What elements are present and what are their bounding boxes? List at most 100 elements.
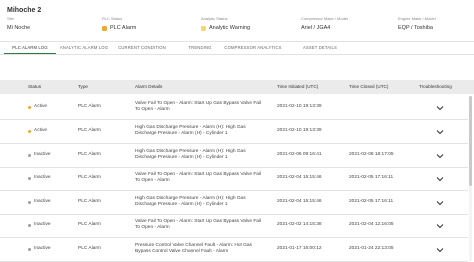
details-cell: High Gas Discharge Pressure - Alarm (H):… — [135, 125, 246, 136]
tab-plc-alarm-log[interactable]: PLC ALARM LOG — [4, 42, 56, 54]
column-header-status: Status — [28, 84, 42, 89]
tab-analytic-alarm-log[interactable]: ANALYTIC ALARM LOG — [57, 42, 111, 54]
info-value-text: Mi Noche — [7, 25, 31, 31]
chevron-down-icon[interactable] — [436, 153, 444, 159]
chevron-down-icon[interactable] — [436, 105, 444, 111]
table-row[interactable]: Inactive PLC Alarm Pressure Control Valv… — [0, 238, 468, 262]
chevron-down-icon[interactable] — [436, 129, 444, 135]
info-value-text: Analytic Warning — [209, 25, 251, 31]
initiated-cell: 2021-01-17 16:00:12 — [277, 246, 322, 251]
initiated-cell: 2021-02-06 09:16:41 — [277, 152, 322, 157]
chevron-down-icon[interactable] — [436, 176, 444, 182]
status-cell: Inactive — [28, 175, 51, 181]
chevron-down-icon[interactable] — [436, 223, 444, 229]
table-row[interactable]: Inactive PLC Alarm High Gas Discharge Pr… — [0, 144, 468, 168]
chevron-down-icon[interactable] — [436, 200, 444, 206]
type-cell: PLC Alarm — [78, 199, 101, 204]
status-cell: Active — [28, 104, 47, 110]
status-cell: Active — [28, 128, 47, 134]
analytic-warning-icon — [201, 25, 206, 31]
tab-current-condition[interactable]: CURRENT CONDITION — [114, 42, 170, 54]
details-cell: Pressure Control Valve Channel Fault - A… — [135, 243, 252, 254]
table-row[interactable]: Active PLC Alarm High Gas Discharge Pres… — [0, 120, 468, 144]
status-text: Inactive — [34, 175, 51, 180]
type-cell: PLC Alarm — [78, 246, 101, 251]
status-text: Active — [34, 104, 48, 109]
status-cell: Inactive — [28, 199, 51, 205]
info-analytic-status: Analytic Status Analytic Warning — [201, 16, 250, 31]
tab-trending[interactable]: TRENDING — [182, 42, 218, 54]
column-header-details: Alarm Details — [135, 84, 163, 89]
info-label: Site — [7, 16, 14, 21]
status-cell: Inactive — [28, 246, 51, 252]
initiated-cell: 2021-02-10 19:13:39 — [277, 104, 322, 109]
closed-cell: 2021-02-08 18:17:05 — [349, 152, 394, 157]
initiated-cell: 2021-02-04 15:15:46 — [277, 199, 322, 204]
closed-cell: 2021-02-05 17:16:11 — [349, 175, 394, 180]
column-header-closed: Time Closed (UTC) — [349, 84, 389, 89]
status-active-icon — [28, 105, 31, 109]
type-cell: PLC Alarm — [78, 175, 101, 180]
info-site: Site Mi Noche — [7, 16, 30, 31]
tab-bar: PLC ALARM LOG ANALYTIC ALARM LOG CURRENT… — [0, 42, 474, 54]
status-text: Inactive — [34, 246, 51, 251]
info-value: Ariel / JGA4 — [301, 25, 348, 31]
info-value-text: Ariel / JGA4 — [301, 25, 331, 31]
details-cell: Valve Fail To Open - Alarm: Start Up Gas… — [135, 219, 262, 230]
status-inactive-icon — [28, 176, 31, 180]
table-header: Status Type Alarm Details Time Initiated… — [0, 80, 474, 94]
type-cell: PLC Alarm — [78, 152, 101, 157]
initiated-cell: 2021-02-04 15:15:46 — [277, 175, 322, 180]
info-value-text: EQP / Toshiba — [398, 25, 433, 31]
closed-cell: 2021-02-04 12:16:05 — [349, 222, 394, 227]
tab-compressor-analytics[interactable]: COMPRESSOR ANALYTICS — [220, 42, 286, 54]
column-header-troubleshooting: Troubleshooting — [419, 84, 452, 89]
plc-alarm-icon — [102, 25, 107, 31]
status-cell: Inactive — [28, 152, 51, 158]
info-value: Analytic Warning — [201, 25, 250, 31]
info-engine: Engine Make / Model EQP / Toshiba — [398, 16, 436, 31]
closed-cell: 2021-02-05 17:16:11 — [349, 199, 394, 204]
status-inactive-icon — [28, 153, 31, 157]
status-text: Inactive — [34, 222, 51, 227]
table-row[interactable]: Active PLC Alarm Valve Fail To Open - Al… — [0, 96, 468, 120]
details-cell: High Gas Discharge Pressure - Alarm (H):… — [135, 149, 246, 160]
tab-divider — [0, 54, 474, 55]
chevron-down-icon[interactable] — [436, 247, 444, 253]
info-label: Compressor Make / Model — [301, 16, 348, 21]
details-cell: Valve Fail To Open - Alarm: Start Up Gas… — [135, 172, 262, 183]
initiated-cell: 2021-02-10 19:13:39 — [277, 128, 322, 133]
scrollbar-thumb[interactable] — [469, 96, 472, 186]
details-cell: High Gas Discharge Pressure - Alarm (H):… — [135, 196, 246, 207]
info-value-text: PLC Alarm — [110, 25, 137, 31]
info-value: PLC Alarm — [102, 25, 136, 31]
status-text: Inactive — [34, 199, 51, 204]
type-cell: PLC Alarm — [78, 128, 101, 133]
status-cell: Inactive — [28, 222, 51, 228]
status-inactive-icon — [28, 247, 31, 251]
column-header-type: Type — [78, 84, 88, 89]
details-cell: Valve Fail To Open - Alarm: Start Up Gas… — [135, 101, 262, 112]
info-plc-status: PLC Status PLC Alarm — [102, 16, 136, 31]
info-value: EQP / Toshiba — [398, 25, 436, 31]
info-label: Engine Make / Model — [398, 16, 436, 21]
type-cell: PLC Alarm — [78, 104, 101, 109]
table-row[interactable]: Inactive PLC Alarm High Gas Discharge Pr… — [0, 191, 468, 215]
info-label: Analytic Status — [201, 16, 228, 21]
tab-asset-details[interactable]: ASSET DETAILS — [300, 42, 340, 54]
info-label: PLC Status — [102, 16, 123, 21]
table-row[interactable]: Inactive PLC Alarm Valve Fail To Open - … — [0, 167, 468, 191]
info-compressor: Compressor Make / Model Ariel / JGA4 — [301, 16, 348, 31]
status-inactive-icon — [28, 223, 31, 227]
closed-cell: 2021-01-24 22:13:05 — [349, 246, 394, 251]
status-inactive-icon — [28, 200, 31, 204]
type-cell: PLC Alarm — [78, 222, 101, 227]
status-text: Active — [34, 128, 48, 133]
info-value: Mi Noche — [7, 25, 30, 31]
status-active-icon — [28, 129, 31, 133]
column-header-initiated: Time Initiated (UTC) — [277, 84, 319, 89]
status-text: Inactive — [34, 152, 51, 157]
asset-title: Mihoche 2 — [7, 7, 42, 14]
table-row[interactable]: Inactive PLC Alarm Valve Fail To Open - … — [0, 214, 468, 238]
initiated-cell: 2021-02-02 14:15:38 — [277, 222, 322, 227]
